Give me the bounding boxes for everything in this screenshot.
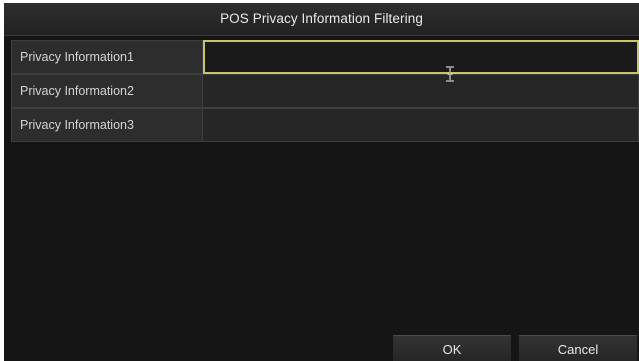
cancel-button[interactable]: Cancel — [519, 335, 637, 361]
privacy-information-2-input[interactable] — [203, 74, 639, 108]
pos-privacy-dialog: POS Privacy Information Filtering Privac… — [4, 3, 639, 361]
privacy-row-3: Privacy Information3 — [11, 108, 639, 142]
dialog-title-bar: POS Privacy Information Filtering — [4, 3, 639, 36]
ok-button[interactable]: OK — [393, 335, 511, 361]
privacy-information-1-input[interactable] — [203, 40, 639, 74]
dialog-title: POS Privacy Information Filtering — [220, 11, 423, 26]
privacy-information-3-input[interactable] — [203, 108, 639, 142]
privacy-information-3-label: Privacy Information3 — [11, 108, 203, 142]
privacy-row-2: Privacy Information2 — [11, 74, 639, 108]
privacy-information-2-label: Privacy Information2 — [11, 74, 203, 108]
privacy-row-1: Privacy Information1 — [11, 40, 639, 74]
privacy-information-1-label: Privacy Information1 — [11, 40, 203, 74]
